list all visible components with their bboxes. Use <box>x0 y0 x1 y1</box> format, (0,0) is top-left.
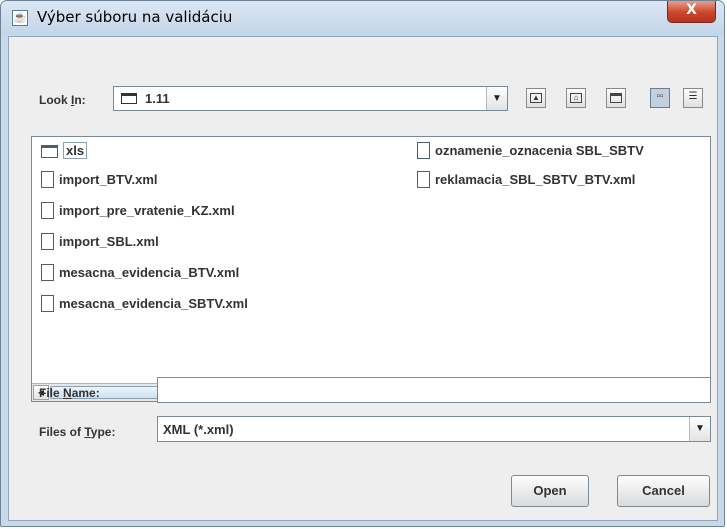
chevron-down-icon[interactable]: ▼ <box>486 87 507 110</box>
folder-icon <box>41 145 58 159</box>
home-icon: ⌂ <box>570 93 582 103</box>
file-type-value: XML (*.xml) <box>163 422 234 437</box>
list-view-button[interactable]: ▫▫ <box>650 88 670 108</box>
list-item[interactable]: reklamacia_SBL_SBTV_BTV.xml <box>417 170 635 190</box>
list-item[interactable]: mesacna_evidencia_SBTV.xml <box>41 294 248 314</box>
list-item[interactable]: xls <box>41 141 88 161</box>
look-in-value: 1.11 <box>145 91 170 106</box>
chevron-down-icon[interactable]: ▼ <box>689 417 710 441</box>
home-button[interactable]: ⌂ <box>566 88 586 108</box>
list-item[interactable]: import_SBL.xml <box>41 232 159 252</box>
file-name-label: File Name: <box>39 386 100 400</box>
details-icon: ☰ <box>688 91 698 102</box>
java-app-icon: ☕ <box>12 10 28 26</box>
file-icon <box>41 264 54 282</box>
window-title: Výber súboru na validáciu <box>37 8 233 26</box>
list-icon: ▫▫ <box>656 91 664 102</box>
file-icon <box>41 233 54 251</box>
close-button[interactable]: X <box>667 1 716 23</box>
open-button[interactable]: Open <box>511 475 589 507</box>
file-type-combobox[interactable]: XML (*.xml) ▼ <box>157 416 711 442</box>
file-icon <box>41 202 54 220</box>
look-in-combobox[interactable]: 1.11 ▼ <box>113 86 508 111</box>
file-type-label: Files of Type: <box>39 425 116 439</box>
list-item[interactable]: oznamenie_oznacenia SBL_SBTV <box>417 141 644 161</box>
look-in-label: Look In: <box>39 93 86 107</box>
list-item[interactable]: import_BTV.xml <box>41 170 158 190</box>
cancel-button[interactable]: Cancel <box>617 475 710 507</box>
folder-icon <box>121 93 137 104</box>
list-item[interactable]: mesacna_evidencia_BTV.xml <box>41 263 239 283</box>
file-list[interactable]: xls import_BTV.xml import_pre_vratenie_K… <box>31 136 711 402</box>
file-name-input[interactable] <box>157 377 711 403</box>
title-bar[interactable]: ☕ Výber súboru na validáciu X <box>1 1 724 35</box>
list-item[interactable]: import_pre_vratenie_KZ.xml <box>41 201 235 221</box>
file-icon <box>417 142 430 160</box>
up-one-level-button[interactable]: ▲ <box>526 88 546 108</box>
new-folder-icon <box>610 93 622 103</box>
details-view-button[interactable]: ☰ <box>683 88 703 108</box>
new-folder-button[interactable] <box>606 88 626 108</box>
file-icon <box>417 171 430 189</box>
file-icon <box>41 295 54 313</box>
file-icon <box>41 171 54 189</box>
up-folder-icon: ▲ <box>530 93 542 103</box>
